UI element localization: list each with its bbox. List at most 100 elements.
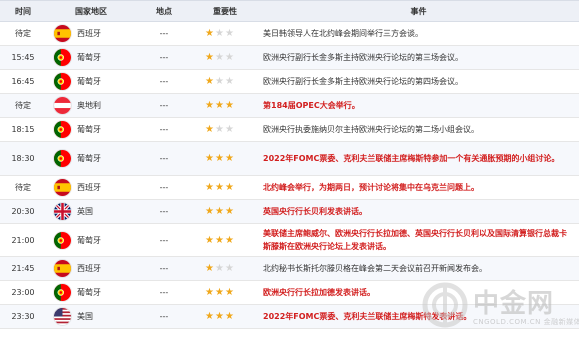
event-description: 2022年FOMC票委、克利夫兰联储主席梅斯特发表讲话。 [263, 312, 472, 321]
importance-rating: ★★★ [192, 311, 258, 322]
table-row[interactable]: 23:30 美国 --- ★★★ 2022年FOMC票委、克利夫兰联储主席梅斯特发表讲话… [0, 305, 579, 329]
table-row[interactable]: 20:30 英国 --- ★★★ 英国央行行长贝利发表讲话。 [0, 200, 579, 224]
star-icon: ★ [224, 287, 234, 298]
event-country: 英国 [46, 203, 136, 220]
table-row[interactable]: 18:30 葡萄牙 --- ★★★ 2022年FOMC票委、克利夫兰联储主席梅斯特参加一… [0, 142, 579, 176]
portugal-flag-icon [54, 284, 71, 301]
portugal-flag-icon [54, 231, 71, 249]
country-name: 西班牙 [77, 264, 101, 273]
star-icon: ★ [224, 52, 234, 63]
importance-rating: ★★★ [192, 153, 258, 164]
star-icon: ★ [214, 311, 224, 322]
country-name: 葡萄牙 [77, 53, 101, 62]
table-row[interactable]: 21:00 葡萄牙 --- ★★★ 美联储主席鲍威尔、欧洲央行行长拉加德、英国央行行长贝… [0, 224, 579, 257]
country-name: 葡萄牙 [77, 154, 101, 163]
table-header: 时间 国家地区 地点 重要性 事件 [0, 1, 579, 22]
event-description: 第184届OPEC大会举行。 [263, 101, 360, 110]
event-place: --- [159, 53, 169, 62]
table-body: 待定 西班牙 --- ★★★ 美日韩领导人在北约峰会期间举行三方会谈。 15:45 葡萄牙 -… [0, 22, 579, 329]
importance-rating: ★★★ [192, 28, 258, 39]
country-name: 葡萄牙 [77, 288, 101, 297]
event-country: 西班牙 [46, 25, 136, 42]
portugal-flag-icon [54, 49, 71, 66]
table-row[interactable]: 23:00 葡萄牙 --- ★★★ 欧洲央行行长拉加德发表讲话。 [0, 281, 579, 305]
event-country: 葡萄牙 [46, 73, 136, 90]
country-name: 葡萄牙 [77, 235, 101, 245]
event-country: 葡萄牙 [46, 231, 136, 249]
importance-rating: ★★★ [192, 76, 258, 87]
star-icon: ★ [205, 52, 214, 63]
star-icon: ★ [214, 287, 224, 298]
event-place: --- [159, 264, 169, 273]
event-country: 葡萄牙 [46, 121, 136, 138]
star-icon: ★ [205, 28, 214, 39]
star-icon: ★ [214, 206, 224, 217]
event-time: 18:15 [11, 125, 35, 134]
event-place: --- [159, 207, 169, 216]
table-row[interactable]: 15:45 葡萄牙 --- ★★★ 欧洲央行副行长金多斯主持欧洲央行论坛的第三场会议。 [0, 46, 579, 70]
spain-flag-icon [54, 25, 71, 42]
event-place: --- [159, 154, 169, 163]
event-time: 23:00 [11, 288, 35, 297]
importance-rating: ★★★ [192, 287, 258, 298]
event-time: 23:30 [11, 312, 35, 321]
country-name: 西班牙 [77, 183, 101, 192]
event-description: 美联储主席鲍威尔、欧洲央行行长拉加德、英国央行行长贝利以及国际清算银行总裁卡斯滕… [263, 229, 567, 251]
importance-rating: ★★★ [192, 100, 258, 111]
importance-rating: ★★★ [192, 52, 258, 63]
event-place: --- [159, 125, 169, 134]
importance-rating: ★★★ [192, 206, 258, 217]
star-icon: ★ [214, 153, 224, 164]
star-icon: ★ [214, 100, 224, 111]
event-country: 奥地利 [46, 97, 136, 114]
importance-rating: ★★★ [192, 235, 258, 246]
event-country: 美国 [46, 308, 136, 325]
table-row[interactable]: 待定 西班牙 --- ★★★ 北约峰会举行，为期两日，预计讨论将集中在乌克兰问题上。 [0, 176, 579, 200]
event-description: 欧洲央行副行长金多斯主持欧洲央行论坛的第四场会议。 [263, 77, 463, 86]
event-description: 英国央行行长贝利发表讲话。 [263, 207, 367, 216]
event-time: 待定 [15, 183, 31, 192]
star-icon: ★ [224, 182, 234, 193]
star-icon: ★ [224, 311, 234, 322]
event-description: 美日韩领导人在北约峰会期间举行三方会谈。 [263, 29, 423, 38]
header-time: 时间 [15, 6, 31, 16]
star-icon: ★ [224, 100, 234, 111]
country-name: 英国 [77, 207, 93, 216]
event-time: 15:45 [11, 53, 35, 62]
event-time: 20:30 [11, 207, 35, 216]
event-time: 待定 [15, 101, 31, 110]
portugal-flag-icon [54, 150, 71, 167]
event-place: --- [159, 77, 169, 86]
spain-flag-icon [54, 179, 71, 196]
event-place: --- [159, 29, 169, 38]
star-icon: ★ [205, 263, 214, 274]
portugal-flag-icon [54, 121, 71, 138]
table-row[interactable]: 16:45 葡萄牙 --- ★★★ 欧洲央行副行长金多斯主持欧洲央行论坛的第四场会议。 [0, 70, 579, 94]
usa-flag-icon [54, 308, 71, 325]
table-row[interactable]: 18:15 葡萄牙 --- ★★★ 欧洲央行执委施纳贝尔主持欧洲央行论坛的第二场小组会议… [0, 118, 579, 142]
event-country: 葡萄牙 [46, 49, 136, 66]
star-icon: ★ [224, 28, 234, 39]
event-description: 2022年FOMC票委、克利夫兰联储主席梅斯特参加一个有关通胀预期的小组讨论。 [263, 154, 560, 163]
country-name: 美国 [77, 312, 93, 321]
star-icon: ★ [205, 287, 214, 298]
star-icon: ★ [214, 234, 224, 246]
table-row[interactable]: 待定 西班牙 --- ★★★ 美日韩领导人在北约峰会期间举行三方会谈。 [0, 22, 579, 46]
event-description: 北约秘书长斯托尔滕贝格在峰会第二天会议前召开新闻发布会。 [263, 264, 487, 273]
event-time: 21:00 [11, 235, 35, 245]
table-row[interactable]: 待定 奥地利 --- ★★★ 第184届OPEC大会举行。 [0, 94, 579, 118]
table-row[interactable]: 21:45 西班牙 --- ★★★ 北约秘书长斯托尔滕贝格在峰会第二天会议前召开新闻发布… [0, 257, 579, 281]
event-description: 北约峰会举行，为期两日，预计讨论将集中在乌克兰问题上。 [263, 183, 479, 192]
importance-rating: ★★★ [192, 124, 258, 135]
star-icon: ★ [205, 76, 214, 87]
country-name: 西班牙 [77, 29, 101, 38]
star-icon: ★ [214, 76, 224, 87]
event-place: --- [159, 183, 169, 192]
header-importance: 重要性 [213, 6, 237, 16]
star-icon: ★ [224, 263, 234, 274]
header-event: 事件 [410, 6, 427, 16]
event-time: 16:45 [11, 77, 35, 86]
country-name: 葡萄牙 [77, 125, 101, 134]
star-icon: ★ [205, 311, 214, 322]
star-icon: ★ [214, 182, 224, 193]
